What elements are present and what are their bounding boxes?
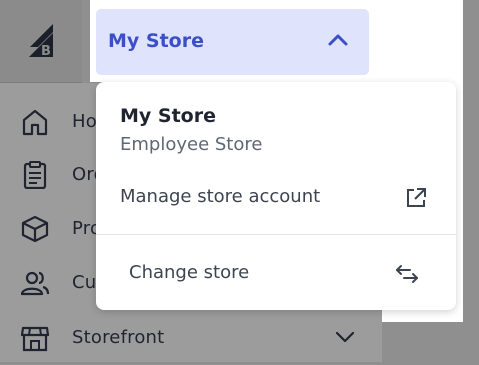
- svg-text:B: B: [41, 44, 51, 58]
- users-icon: [20, 271, 50, 296]
- clipboard-icon: [23, 161, 47, 189]
- storefront-icon: [20, 326, 50, 352]
- store-selector-label: My Store: [108, 30, 204, 52]
- swap-arrows-icon: [396, 265, 418, 283]
- chevron-up-icon: [328, 34, 348, 46]
- home-icon: [22, 109, 48, 136]
- manage-store-account-link[interactable]: Manage store account: [96, 172, 456, 224]
- menu-divider: [96, 234, 456, 235]
- chevron-down-icon[interactable]: [334, 329, 356, 345]
- bigcommerce-logo-icon[interactable]: B: [0, 0, 82, 82]
- current-store-type: Employee Store: [120, 134, 263, 155]
- current-store-name: My Store: [120, 105, 216, 127]
- store-selector-button[interactable]: My Store: [96, 9, 369, 75]
- manage-store-account-label: Manage store account: [120, 186, 321, 207]
- store-dropdown-menu: My Store Employee Store Manage store acc…: [96, 82, 456, 310]
- box-icon: [21, 215, 49, 243]
- change-store-label: Change store: [129, 262, 250, 283]
- sidebar-item-label: Storefront: [72, 327, 165, 348]
- external-link-icon: [407, 188, 426, 207]
- change-store-button[interactable]: Change store: [96, 248, 456, 300]
- sidebar-item-storefront[interactable]: Storefront: [0, 309, 382, 365]
